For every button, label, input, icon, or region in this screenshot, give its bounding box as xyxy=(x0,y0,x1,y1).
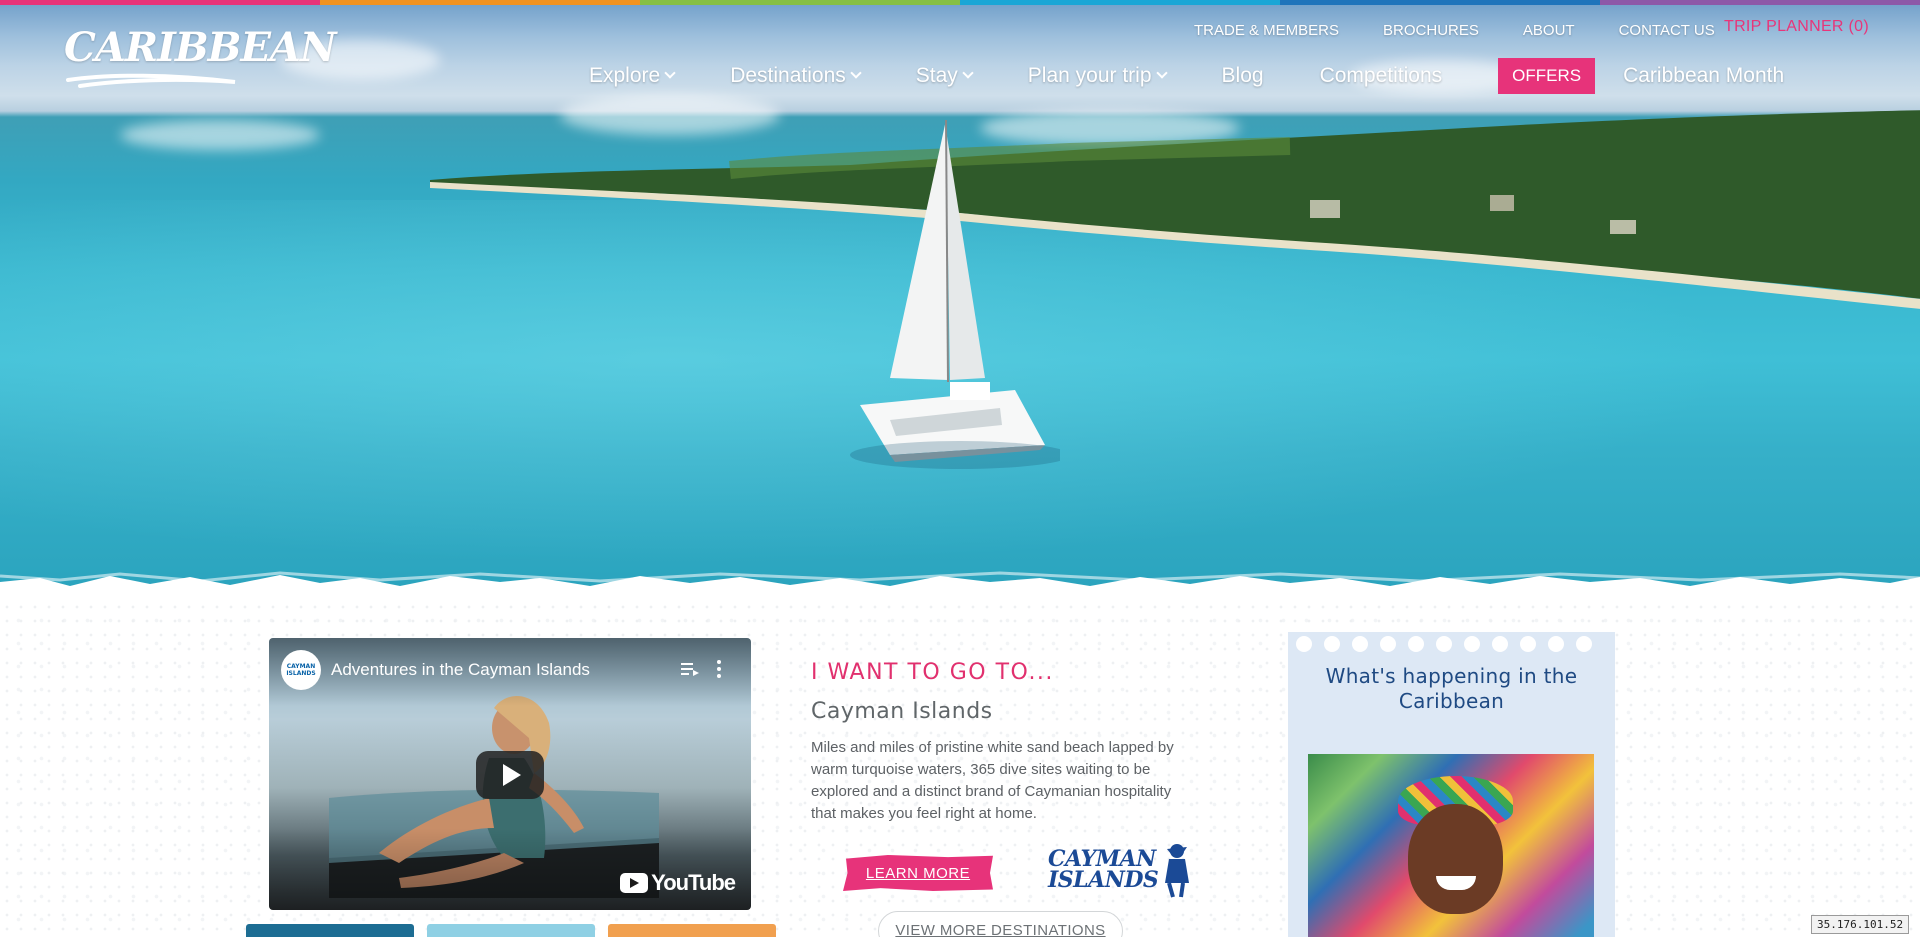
main-nav: Explore Destinations Stay Plan your trip… xyxy=(589,58,1784,94)
logo-brush-stroke xyxy=(66,73,236,88)
nav-stay[interactable]: Stay xyxy=(915,64,974,88)
chevron-down-icon xyxy=(1155,67,1168,79)
chevron-down-icon xyxy=(850,67,862,79)
utility-nav: TRADE & MEMBERS BROCHURES ABOUT CONTACT … xyxy=(1194,22,1759,39)
trip-planner-link[interactable]: TRIP PLANNER (0) xyxy=(1724,18,1869,36)
pirate-figure-icon xyxy=(1165,844,1189,898)
coastline-island xyxy=(430,110,1920,309)
stripe-segment xyxy=(320,0,640,5)
channel-badge-text: CAYMAN ISLANDS xyxy=(286,663,316,677)
video-title[interactable]: Adventures in the Cayman Islands xyxy=(331,660,590,680)
stripe-segment xyxy=(960,0,1280,5)
chevron-down-icon xyxy=(962,67,974,79)
whats-happening-title: What's happening in the Caribbean xyxy=(1325,664,1578,713)
youtube-wordmark: YouTube xyxy=(651,870,736,895)
pitch-description: Miles and miles of pristine white sand b… xyxy=(811,739,1174,822)
nav-label: Plan your trip xyxy=(1027,64,1152,87)
nav-label: Stay xyxy=(915,64,958,87)
nav-label: Competitions xyxy=(1319,64,1443,87)
stripe-segment xyxy=(1600,0,1920,5)
torn-edge-divider xyxy=(0,571,1920,600)
youtube-video-embed[interactable]: CAYMAN ISLANDS Adventures in the Cayman … xyxy=(269,638,751,910)
whats-happening-panel: What's happening in the Caribbean xyxy=(1288,632,1615,937)
nav-trade-members[interactable]: TRADE & MEMBERS xyxy=(1194,22,1339,39)
cayman-islands-logo[interactable]: CAYMAN ISLANDS xyxy=(1048,843,1193,899)
destination-thumbnail[interactable] xyxy=(427,924,595,937)
chevron-down-icon xyxy=(664,67,676,79)
nav-label: Explore xyxy=(589,64,661,87)
catamaran-sailboat xyxy=(850,120,1060,469)
nav-blog[interactable]: Blog xyxy=(1222,64,1264,88)
stripe-segment xyxy=(1280,0,1600,5)
nav-brochures[interactable]: BROCHURES xyxy=(1383,22,1479,39)
youtube-icon xyxy=(620,873,649,893)
youtube-logo[interactable]: YouTube xyxy=(620,870,736,896)
destination-thumbnail[interactable] xyxy=(246,924,414,937)
face xyxy=(1408,804,1503,914)
content-section: CAYMAN ISLANDS Adventures in the Cayman … xyxy=(0,600,1920,937)
more-vert-icon[interactable] xyxy=(717,660,723,681)
thumbnail-strip xyxy=(246,924,789,937)
caribbean-logo[interactable]: CARIBBEAN xyxy=(60,16,337,90)
destination-thumbnail[interactable] xyxy=(608,924,776,937)
learn-more-button[interactable]: LEARN MORE xyxy=(843,855,993,891)
notepad-holes xyxy=(1296,636,1604,652)
pitch-destination: Cayman Islands xyxy=(811,699,993,724)
stripe-segment xyxy=(0,0,320,5)
stripe-segment xyxy=(640,0,960,5)
nav-contact-us[interactable]: CONTACT US xyxy=(1619,22,1715,39)
nav-competitions[interactable]: Competitions xyxy=(1320,64,1443,88)
nav-label: Blog xyxy=(1221,64,1264,87)
nav-caribbean-month[interactable]: Caribbean Month xyxy=(1623,64,1784,88)
pitch-kicker: I WANT TO GO TO... xyxy=(811,660,1054,685)
nav-explore[interactable]: Explore xyxy=(589,64,676,88)
nav-label: Destinations xyxy=(730,64,846,87)
nav-plan-your-trip[interactable]: Plan your trip xyxy=(1027,64,1168,88)
brand-color-stripe xyxy=(0,0,1920,5)
playlist-icon[interactable] xyxy=(681,662,699,676)
view-more-destinations-button[interactable]: VIEW MORE DESTINATIONS xyxy=(878,911,1123,937)
play-icon xyxy=(503,764,521,786)
cloud xyxy=(120,120,320,150)
carnival-photo[interactable] xyxy=(1308,754,1594,937)
channel-avatar[interactable]: CAYMAN ISLANDS xyxy=(281,650,321,690)
destination-pitch: I WANT TO GO TO... Cayman Islands Miles … xyxy=(811,660,1191,825)
nav-about[interactable]: ABOUT xyxy=(1523,22,1575,39)
nav-offers-button[interactable]: OFFERS xyxy=(1498,58,1596,94)
play-button[interactable] xyxy=(476,751,544,799)
ip-address-badge: 35.176.101.52 xyxy=(1811,915,1910,934)
nav-destinations[interactable]: Destinations xyxy=(730,64,862,88)
logo-wordmark: CARIBBEAN xyxy=(64,24,337,71)
